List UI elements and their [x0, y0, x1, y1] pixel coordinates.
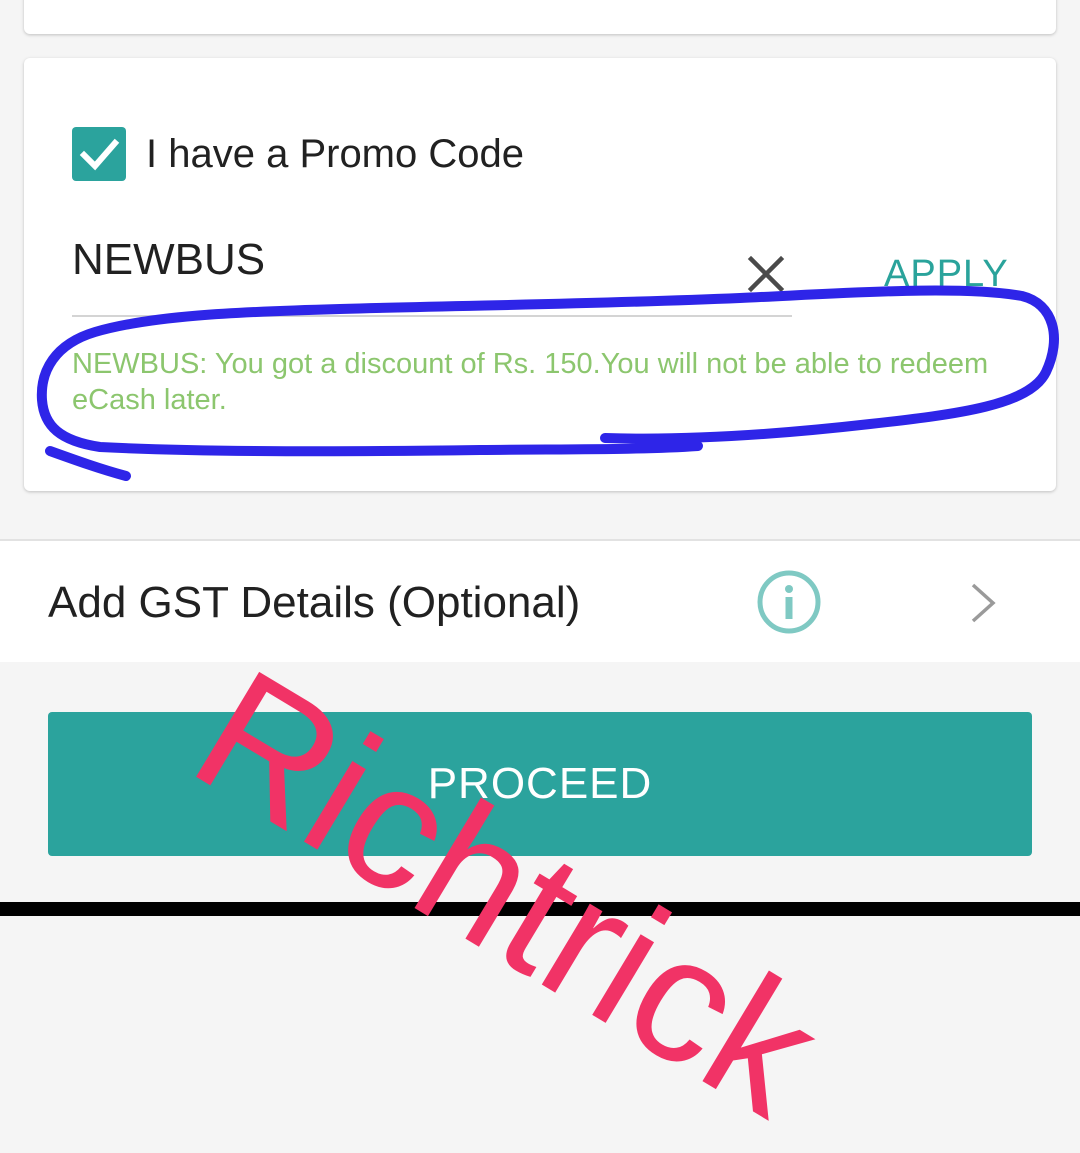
promo-input-underline — [72, 315, 792, 317]
promo-success-message: NEWBUS: You got a discount of Rs. 150.Yo… — [72, 348, 989, 416]
navigation-bar — [0, 902, 1080, 916]
promo-checkbox[interactable] — [72, 127, 126, 181]
gst-details-row[interactable]: Add GST Details (Optional) — [0, 541, 1080, 662]
promo-checkbox-label[interactable]: I have a Promo Code — [146, 129, 524, 179]
promo-code-card: I have a Promo Code NEWBUS APPLY NEWBUS:… — [24, 58, 1056, 491]
close-icon[interactable] — [742, 250, 790, 298]
info-icon[interactable] — [756, 569, 822, 635]
check-icon — [72, 127, 126, 181]
chevron-right-icon[interactable] — [966, 581, 998, 625]
gst-details-label: Add GST Details (Optional) — [48, 578, 581, 627]
apply-button[interactable]: APPLY — [884, 249, 1009, 299]
promo-code-input[interactable]: NEWBUS — [72, 230, 265, 290]
previous-section-card — [24, 0, 1056, 34]
proceed-button[interactable]: PROCEED — [48, 712, 1032, 856]
